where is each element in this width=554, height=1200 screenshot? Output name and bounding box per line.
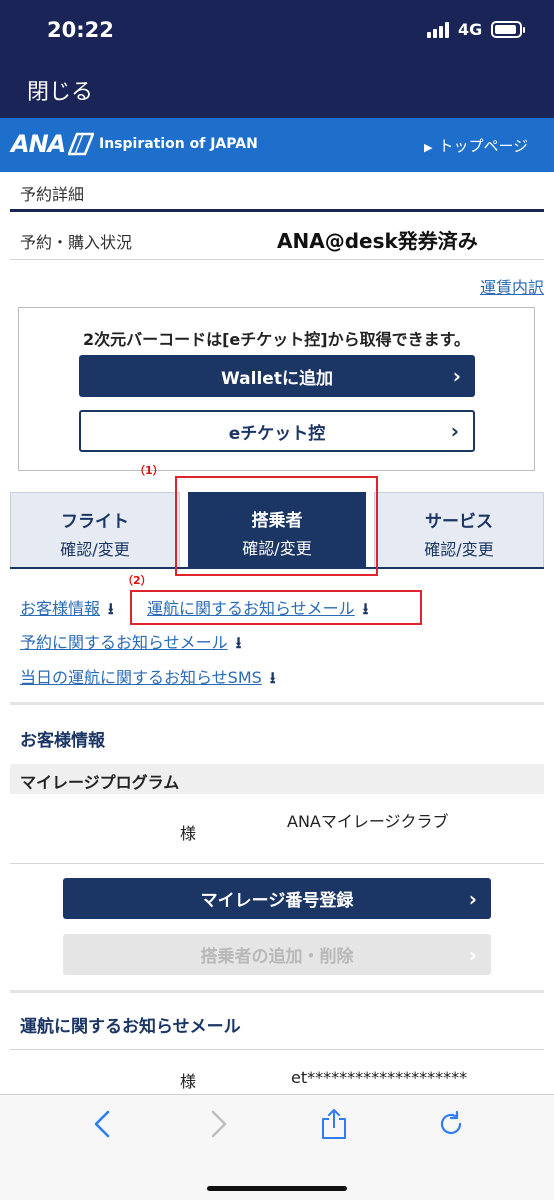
close-button[interactable]: 閉じる [27,74,93,106]
download-arrow-icon: ⭳ [108,599,114,618]
sms-link[interactable]: 当日の運航に関するお知らせSMS ⭳ [20,664,275,694]
wallet-button-label: Walletに追加 [221,368,333,389]
back-icon[interactable] [88,1109,118,1139]
ana-tagline: Inspiration of JAPAN [99,136,258,152]
row-divider [10,259,544,260]
home-indicator [207,1186,347,1191]
row-divider [10,863,544,864]
mileage-program-label: マイレージプログラム [20,773,180,792]
tab-flight[interactable]: フライト 確認/変更 [10,492,180,568]
section-divider [10,702,544,705]
row-divider [10,1049,544,1050]
honorific-sama: 様 [180,824,197,843]
network-type: 4G [458,20,483,39]
flight-mail-link[interactable]: 運航に関するお知らせメール ⭳ [147,595,368,625]
ana-brand-bar: ANA Inspiration of JAPAN ▶ トップページ [0,118,554,172]
mileage-club-name: ANAマイレージクラブ [287,812,449,831]
chevron-right-icon: › [468,886,477,911]
mileage-button-label: マイレージ番号登録 [200,891,354,911]
barcode-box: 2次元バーコードは[eチケット控]から取得できます。 Walletに追加 › e… [18,307,535,471]
add-remove-passenger-button[interactable]: 搭乗者の追加・削除 › [63,934,491,975]
tab-service[interactable]: サービス 確認/変更 [374,492,544,568]
download-arrow-icon: ⭳ [362,599,369,618]
tab-service-title: サービス [425,512,493,532]
flight-mail-link-label: 運航に関するお知らせメール [147,599,355,618]
top-page-link[interactable]: ▶ トップページ [424,135,528,156]
download-arrow-icon: ⭳ [269,668,276,687]
fare-breakdown-link[interactable]: 運賃内訳 [480,274,544,298]
mileage-program-band: マイレージプログラム [10,764,544,794]
reload-icon[interactable] [436,1109,466,1139]
tab-service-subtitle: 確認/変更 [424,540,494,559]
battery-icon [491,21,525,38]
add-to-wallet-button[interactable]: Walletに追加 › [79,355,475,397]
reservation-section-title: 予約詳細 [20,185,85,204]
tab-flight-title: フライト [61,512,129,532]
signal-icon [427,22,453,38]
reservation-mail-link[interactable]: 予約に関するお知らせメール ⭳ [20,629,241,659]
forward-icon[interactable] [203,1109,233,1139]
annotation-marker-1: （1） [134,464,164,477]
status-time: 20:22 [47,18,114,42]
annotation-marker-2: （2） [122,574,152,587]
add-remove-button-label: 搭乗者の追加・削除 [200,947,354,967]
honorific-sama: 様 [180,1072,197,1091]
customer-section-title: お客様情報 [20,731,105,751]
section-divider [10,990,544,993]
share-icon[interactable] [319,1109,349,1139]
annotation-box-1 [175,476,378,576]
register-mileage-number-button[interactable]: マイレージ番号登録 › [63,878,491,919]
sms-link-label: 当日の運航に関するお知らせSMS [20,668,262,687]
triangle-right-icon: ▶ [424,141,433,154]
chevron-right-icon: › [468,942,477,967]
mail-section-title: 運航に関するお知らせメール [20,1017,241,1037]
top-page-label: トップページ [438,137,529,155]
eticket-button-label: eチケット控 [228,423,326,444]
reservation-mail-link-label: 予約に関するお知らせメール [20,633,228,652]
section-divider [10,209,544,212]
app-header: 20:22 4G 閉じる [0,0,554,118]
download-arrow-icon: ⭳ [235,633,242,652]
status-label: 予約・購入状況 [20,233,133,252]
browser-toolbar [0,1094,554,1200]
chevron-right-icon: › [450,419,459,443]
customer-info-link[interactable]: お客様情報 ⭳ [20,595,114,625]
ana-logo[interactable]: ANA [11,130,66,158]
tab-flight-subtitle: 確認/変更 [60,540,130,559]
chevron-right-icon: › [452,364,461,388]
customer-info-link-label: お客様情報 [20,599,101,618]
status-value: ANA@desk発券済み [277,229,478,253]
ana-logo-mark-icon [68,132,94,156]
eticket-button[interactable]: eチケット控 › [79,410,475,452]
masked-email: et******************** [291,1068,468,1087]
barcode-note: 2次元バーコードは[eチケット控]から取得できます。 [82,330,470,349]
